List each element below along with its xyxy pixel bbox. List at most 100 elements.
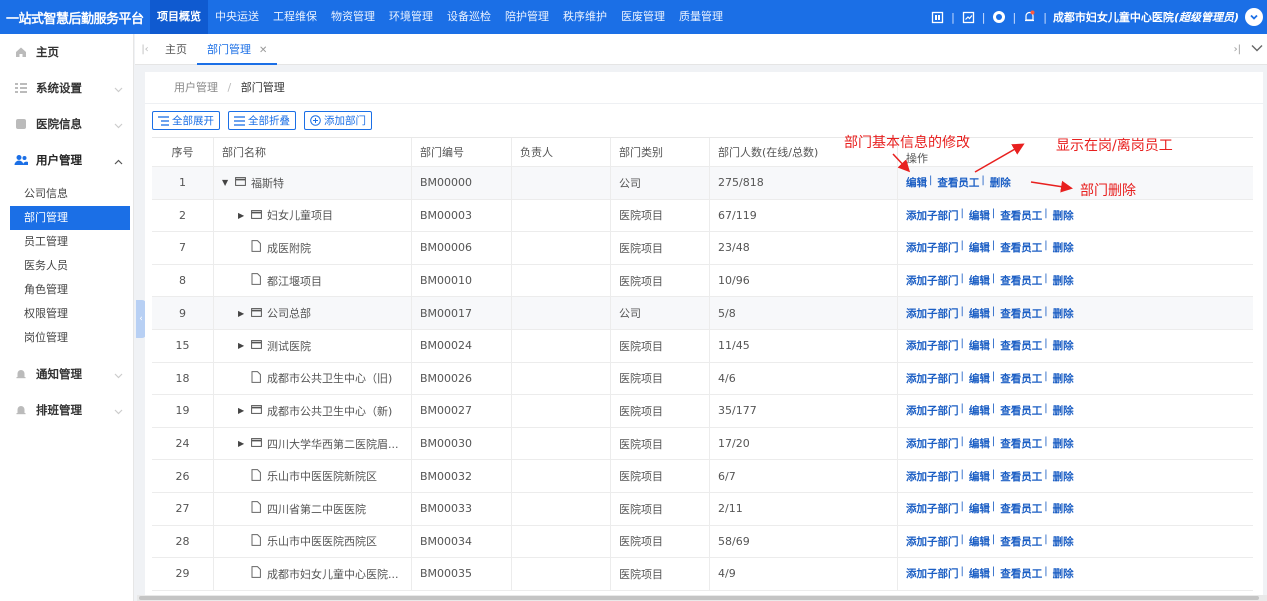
view-staff-link[interactable]: 查看员工 xyxy=(1000,403,1042,418)
view-staff-link[interactable]: 查看员工 xyxy=(1000,469,1042,484)
nav-item[interactable]: 秩序维护 xyxy=(556,0,614,34)
scrollbar-thumb[interactable] xyxy=(139,596,1259,600)
screen-icon[interactable] xyxy=(930,10,945,25)
edit-link[interactable]: 编辑 xyxy=(969,566,990,581)
sidebar-subitem[interactable]: 公司信息 xyxy=(0,182,133,206)
edit-link[interactable]: 编辑 xyxy=(969,208,990,223)
view-staff-link[interactable]: 查看员工 xyxy=(1000,501,1042,516)
caret-right-icon[interactable]: ▶ xyxy=(238,406,248,415)
caret-right-icon[interactable]: ▶ xyxy=(238,439,248,448)
add-subdept-link[interactable]: 添加子部门 xyxy=(906,403,959,418)
nav-item[interactable]: 工程维保 xyxy=(266,0,324,34)
edit-link[interactable]: 编辑 xyxy=(969,371,990,386)
sidebar-menu-item[interactable]: 排班管理 xyxy=(0,392,133,428)
delete-link[interactable]: 删除 xyxy=(1053,306,1074,321)
view-staff-link[interactable]: 查看员工 xyxy=(1000,338,1042,353)
delete-link[interactable]: 删除 xyxy=(1053,208,1074,223)
edit-link[interactable]: 编辑 xyxy=(969,436,990,451)
nav-item[interactable]: 中央运送 xyxy=(208,0,266,34)
tab-home[interactable]: 主页 xyxy=(155,34,197,65)
edit-link[interactable]: 编辑 xyxy=(969,403,990,418)
tab-scroll-left-icon[interactable]: |‹ xyxy=(135,44,155,55)
delete-link[interactable]: 删除 xyxy=(1053,403,1074,418)
view-staff-link[interactable]: 查看员工 xyxy=(1000,436,1042,451)
collapse-all-button[interactable]: 全部折叠 xyxy=(228,111,296,130)
nav-item[interactable]: 物资管理 xyxy=(324,0,382,34)
sidebar-subitem[interactable]: 权限管理 xyxy=(0,302,133,326)
add-department-button[interactable]: 添加部门 xyxy=(304,111,372,130)
add-subdept-link[interactable]: 添加子部门 xyxy=(906,273,959,288)
delete-link[interactable]: 删除 xyxy=(1053,338,1074,353)
edit-link[interactable]: 编辑 xyxy=(969,469,990,484)
caret-down-icon[interactable]: ▼ xyxy=(222,178,232,187)
user-info[interactable]: 成都市妇女儿童中心医院(超级管理员) xyxy=(1053,9,1239,25)
sidebar-subitem[interactable]: 医务人员 xyxy=(0,254,133,278)
view-staff-link[interactable]: 查看员工 xyxy=(1000,208,1042,223)
edit-link[interactable]: 编辑 xyxy=(969,240,990,255)
message-icon[interactable] xyxy=(961,10,976,25)
delete-link[interactable]: 删除 xyxy=(1053,436,1074,451)
delete-link[interactable]: 删除 xyxy=(1053,273,1074,288)
add-subdept-link[interactable]: 添加子部门 xyxy=(906,306,959,321)
view-staff-link[interactable]: 查看员工 xyxy=(1000,240,1042,255)
nav-item[interactable]: 项目概览 xyxy=(150,0,208,34)
chevron-down-icon[interactable] xyxy=(1245,8,1263,26)
caret-right-icon[interactable]: ▶ xyxy=(238,211,248,220)
add-subdept-link[interactable]: 添加子部门 xyxy=(906,501,959,516)
delete-link[interactable]: 删除 xyxy=(1053,371,1074,386)
tab-department[interactable]: 部门管理 ✕ xyxy=(197,34,278,65)
add-subdept-link[interactable]: 添加子部门 xyxy=(906,436,959,451)
nav-item[interactable]: 陪护管理 xyxy=(498,0,556,34)
view-staff-link[interactable]: 查看员工 xyxy=(1000,371,1042,386)
delete-link[interactable]: 删除 xyxy=(1053,501,1074,516)
add-subdept-link[interactable]: 添加子部门 xyxy=(906,534,959,549)
view-staff-link[interactable]: 查看员工 xyxy=(1000,273,1042,288)
add-subdept-link[interactable]: 添加子部门 xyxy=(906,371,959,386)
delete-link[interactable]: 删除 xyxy=(1053,534,1074,549)
add-subdept-link[interactable]: 添加子部门 xyxy=(906,240,959,255)
breadcrumb-parent[interactable]: 用户管理 xyxy=(174,81,218,94)
edit-link[interactable]: 编辑 xyxy=(969,501,990,516)
edit-link[interactable]: 编辑 xyxy=(906,175,927,190)
sidebar-subitem[interactable]: 部门管理 xyxy=(10,206,130,230)
sidebar-menu-item[interactable]: 用户管理 xyxy=(0,142,133,178)
tab-scroll-right-icon[interactable]: ›| xyxy=(1234,44,1241,55)
sidebar-menu-item[interactable]: 通知管理 xyxy=(0,356,133,392)
add-subdept-link[interactable]: 添加子部门 xyxy=(906,338,959,353)
sidebar-subitem[interactable]: 员工管理 xyxy=(0,230,133,254)
sidebar-menu-item[interactable]: 医院信息 xyxy=(0,106,133,142)
nav-item[interactable]: 设备巡检 xyxy=(440,0,498,34)
add-subdept-link[interactable]: 添加子部门 xyxy=(906,208,959,223)
support-icon[interactable] xyxy=(992,10,1007,25)
cell-actions: 添加子部门 | 编辑 | 查看员工 | 删除 xyxy=(898,200,1253,232)
delete-link[interactable]: 删除 xyxy=(1053,469,1074,484)
sidebar-subitem[interactable]: 岗位管理 xyxy=(0,326,133,350)
bell-icon[interactable] xyxy=(1022,10,1037,25)
chevron-down-icon[interactable] xyxy=(1251,44,1263,55)
delete-link[interactable]: 删除 xyxy=(990,175,1011,190)
delete-link[interactable]: 删除 xyxy=(1053,566,1074,581)
add-subdept-link[interactable]: 添加子部门 xyxy=(906,469,959,484)
view-staff-link[interactable]: 查看员工 xyxy=(1000,566,1042,581)
edit-link[interactable]: 编辑 xyxy=(969,306,990,321)
caret-right-icon[interactable]: ▶ xyxy=(238,309,248,318)
view-staff-link[interactable]: 查看员工 xyxy=(1000,306,1042,321)
nav-item[interactable]: 质量管理 xyxy=(672,0,730,34)
caret-right-icon[interactable]: ▶ xyxy=(238,341,248,350)
expand-all-button[interactable]: 全部展开 xyxy=(152,111,220,130)
horizontal-scrollbar[interactable] xyxy=(137,595,1267,601)
nav-item[interactable]: 医废管理 xyxy=(614,0,672,34)
table-row: 9 ▶ 公司总部 BM00017 公司 5/8 添加子部门 | 编辑 | 查看员工 | 删除 xyxy=(152,297,1253,330)
view-staff-link[interactable]: 查看员工 xyxy=(1000,534,1042,549)
delete-link[interactable]: 删除 xyxy=(1053,240,1074,255)
edit-link[interactable]: 编辑 xyxy=(969,338,990,353)
nav-item[interactable]: 环境管理 xyxy=(382,0,440,34)
add-subdept-link[interactable]: 添加子部门 xyxy=(906,566,959,581)
sidebar-menu-item[interactable]: 系统设置 xyxy=(0,70,133,106)
view-staff-link[interactable]: 查看员工 xyxy=(937,175,979,190)
edit-link[interactable]: 编辑 xyxy=(969,534,990,549)
sidebar-menu-item[interactable]: 主页 xyxy=(0,34,133,70)
edit-link[interactable]: 编辑 xyxy=(969,273,990,288)
sidebar-subitem[interactable]: 角色管理 xyxy=(0,278,133,302)
close-icon[interactable]: ✕ xyxy=(259,45,267,56)
